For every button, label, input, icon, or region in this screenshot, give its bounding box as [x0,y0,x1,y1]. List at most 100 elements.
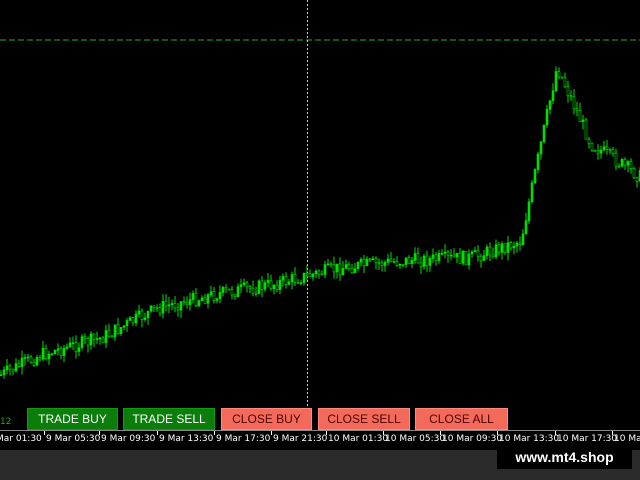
watermark: www.mt4.shop [497,445,632,469]
candle [2,366,6,379]
candle [635,177,639,188]
candle [38,354,42,362]
candle [440,249,444,256]
candle [347,261,351,272]
candle [200,295,204,302]
candle [95,331,99,344]
candle [302,272,306,286]
candle [554,66,558,92]
candle [530,179,534,204]
candle [299,280,303,286]
candle [542,124,546,144]
candle [437,249,441,264]
candle [23,353,27,366]
candlestick-chart [0,0,640,430]
candle [194,288,198,308]
close-all-button[interactable]: CLOSE ALL [415,408,508,430]
candle [254,286,258,297]
time-tick-mark [271,431,272,435]
candle [455,252,459,263]
candle [470,249,474,258]
candle [401,263,405,268]
candle [89,331,93,350]
candle [353,263,357,274]
time-tick-label: 9 Mar 21:30 [273,434,328,444]
candle [107,323,111,338]
candle [323,260,327,279]
candle [557,67,561,79]
candle [218,285,222,304]
candle [506,236,510,261]
candle [329,261,333,268]
time-tick-label: 9 Mar 17:30 [216,434,271,444]
candle [8,363,12,376]
candle [152,305,156,313]
candle [515,240,519,253]
candle [521,229,525,246]
candle [482,249,486,261]
candle [575,101,579,117]
candle [245,280,249,293]
candle [224,284,228,294]
candle [86,336,90,353]
candle [539,141,543,160]
candle [227,288,231,291]
time-tick-label: Mar 01:30 [0,434,42,444]
candle [614,148,618,171]
candle [0,370,3,377]
candle [629,158,633,174]
candle [335,263,339,279]
candle [410,256,414,269]
candle [134,310,138,327]
candle [101,335,105,343]
candle [509,240,513,251]
candle [239,278,243,294]
candle [59,346,63,360]
candle [395,256,399,267]
candle [590,142,594,152]
candle [464,250,468,266]
candle [392,258,396,264]
candle [104,324,108,349]
candle [251,280,255,297]
candle [20,350,24,375]
candle [275,280,279,293]
candle [11,368,15,376]
candle [5,358,9,375]
candle [182,296,186,306]
candle [617,163,621,169]
time-tick-label: 10 Mar 05:30 [385,434,446,444]
candle [485,244,489,260]
candle [518,236,522,251]
candle [581,114,585,130]
candle [173,296,177,313]
candle [305,265,309,281]
candle [620,158,624,168]
candle [350,263,354,274]
candle [260,276,264,298]
candle [569,90,573,101]
candle [422,253,426,270]
time-tick-label: 10 Mar 17:30 [557,434,618,444]
close-sell-button[interactable]: CLOSE SELL [318,408,410,430]
candle [365,256,369,267]
candle [356,261,360,272]
candle [284,272,288,289]
candle [32,358,36,367]
candle [533,168,537,184]
candle [68,337,72,348]
candle [17,359,21,369]
candle [449,249,453,261]
candle [56,343,60,356]
candle [44,344,48,361]
close-buy-button[interactable]: CLOSE BUY [221,408,312,430]
time-tick-label: 9 Mar 05:30 [46,434,101,444]
candle [71,336,75,350]
trade-sell-button[interactable]: TRADE SELL [123,408,215,430]
trade-buy-button[interactable]: TRADE BUY [27,408,118,430]
candle [176,302,180,317]
candle [377,258,381,271]
candle [164,294,168,312]
price-chart[interactable] [0,0,640,430]
candle [149,305,153,313]
